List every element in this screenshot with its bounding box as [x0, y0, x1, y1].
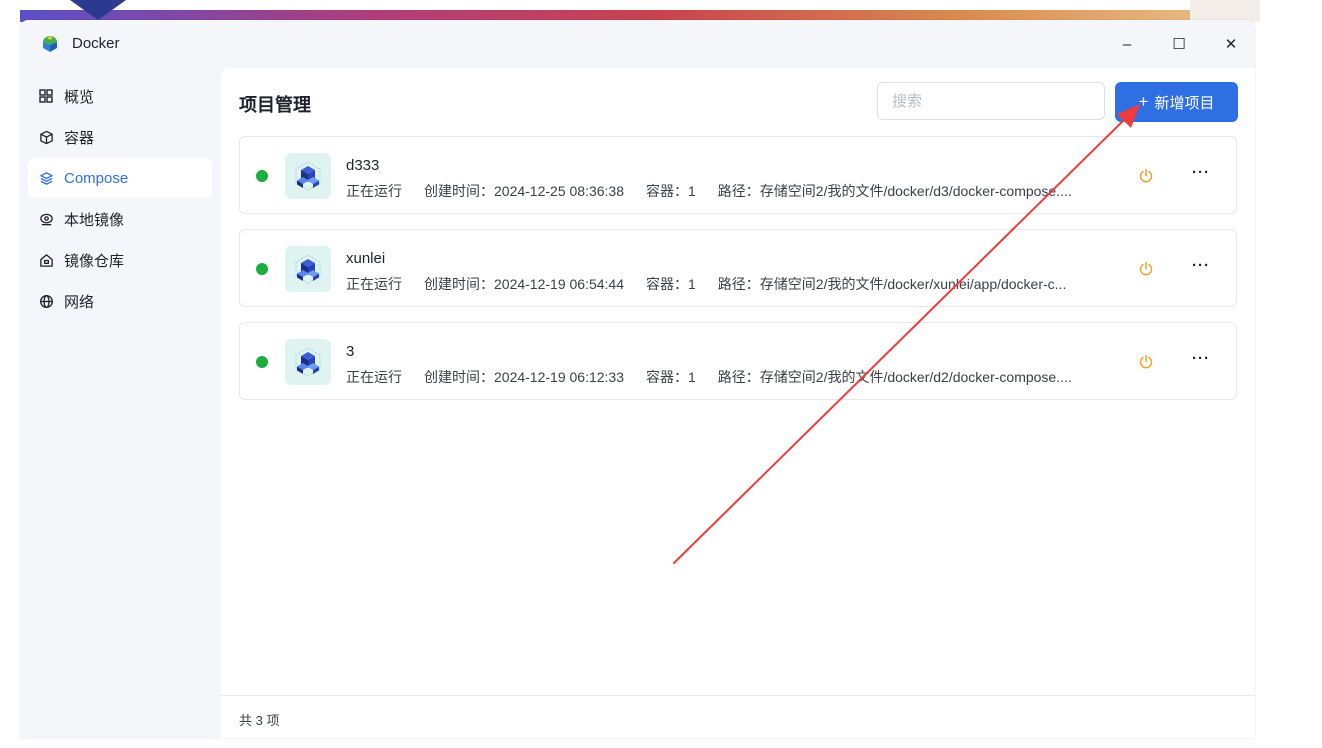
project-path: 路径：存储空间2/我的文件/docker/xunlei/app/docker-c… — [717, 276, 1067, 292]
list-footer: 共 3 项 — [221, 695, 1255, 738]
project-card[interactable]: d333 正在运行 创建时间：2024-12-25 08:36:38 容器：1 … — [239, 136, 1237, 214]
minimize-icon: – — [1122, 35, 1132, 53]
more-options-button[interactable]: ··· — [1190, 257, 1212, 277]
project-meta: 正在运行 创建时间：2024-12-25 08:36:38 容器：1 路径：存储… — [346, 181, 1094, 201]
eye-disc-icon — [38, 211, 54, 227]
running-status-dot — [256, 356, 268, 368]
sidebar-item-compose[interactable]: Compose — [28, 158, 212, 198]
globe-icon — [38, 293, 54, 309]
page-title: 项目管理 — [239, 95, 311, 115]
project-path: 路径：存储空间2/我的文件/docker/d3/docker-compose..… — [717, 183, 1072, 199]
project-path: 路径：存储空间2/我的文件/docker/d2/docker-compose..… — [717, 369, 1072, 385]
add-project-label: 新增项目 — [1154, 94, 1215, 112]
project-container-count: 容器：1 — [646, 276, 696, 292]
compose-project-icon — [285, 339, 331, 385]
sidebar-item-label: 容器 — [64, 129, 95, 147]
project-meta: 正在运行 创建时间：2024-12-19 06:54:44 容器：1 路径：存储… — [346, 274, 1088, 294]
add-project-button[interactable]: + 新增项目 — [1115, 82, 1238, 122]
project-created-time: 创建时间：2024-12-19 06:54:44 — [424, 276, 624, 292]
sidebar-item-image-registry[interactable]: 镜像仓库 — [28, 240, 212, 280]
docker-app-window: Docker – ☐ ✕ 概览 容器 Compose 本地镜像 镜像仓库 网络 … — [20, 20, 1255, 738]
more-icon: ··· — [1192, 164, 1210, 181]
project-status: 正在运行 — [346, 276, 402, 292]
sidebar-item-label: 概览 — [64, 88, 95, 106]
compose-project-icon — [285, 153, 331, 199]
window-title: Docker — [72, 35, 120, 52]
cube-icon — [38, 129, 54, 145]
sidebar-item-containers[interactable]: 容器 — [28, 117, 212, 157]
search-input[interactable] — [877, 82, 1105, 120]
sidebar: 概览 容器 Compose 本地镜像 镜像仓库 网络 — [28, 76, 212, 322]
power-icon — [1139, 261, 1153, 276]
title-bar[interactable]: Docker – ☐ ✕ — [20, 20, 1255, 68]
grid-icon — [38, 88, 54, 104]
sidebar-item-label: 本地镜像 — [64, 211, 125, 229]
more-icon: ··· — [1192, 350, 1210, 367]
running-status-dot — [256, 263, 268, 275]
sidebar-item-overview[interactable]: 概览 — [28, 76, 212, 116]
minimize-button[interactable]: – — [1113, 32, 1141, 56]
running-status-dot — [256, 170, 268, 182]
project-container-count: 容器：1 — [646, 183, 696, 199]
project-created-time: 创建时间：2024-12-25 08:36:38 — [424, 183, 624, 199]
desktop-wallpaper-corner — [70, 0, 126, 20]
project-status: 正在运行 — [346, 369, 402, 385]
plus-icon: + — [1138, 92, 1149, 111]
project-name: 3 — [346, 343, 355, 360]
close-button[interactable]: ✕ — [1217, 32, 1245, 56]
more-icon: ··· — [1192, 257, 1210, 274]
power-button[interactable] — [1136, 259, 1156, 279]
maximize-icon: ☐ — [1172, 36, 1186, 53]
project-meta: 正在运行 创建时间：2024-12-19 06:12:33 容器：1 路径：存储… — [346, 367, 1094, 387]
item-count: 共 3 项 — [239, 713, 280, 728]
project-card[interactable]: xunlei 正在运行 创建时间：2024-12-19 06:54:44 容器：… — [239, 229, 1237, 307]
project-name: d333 — [346, 157, 380, 174]
power-button[interactable] — [1136, 352, 1156, 372]
compose-project-icon — [285, 246, 331, 292]
main-panel: 项目管理 + 新增项目 d333 正在 — [221, 68, 1255, 738]
project-status: 正在运行 — [346, 183, 402, 199]
sidebar-item-label: 镜像仓库 — [64, 252, 125, 270]
project-container-count: 容器：1 — [646, 369, 696, 385]
docker-logo-icon — [43, 36, 57, 52]
more-options-button[interactable]: ··· — [1190, 164, 1212, 184]
layers-icon — [38, 170, 54, 186]
sidebar-item-network[interactable]: 网络 — [28, 281, 212, 321]
sidebar-item-local-images[interactable]: 本地镜像 — [28, 199, 212, 239]
project-created-time: 创建时间：2024-12-19 06:12:33 — [424, 369, 624, 385]
project-card[interactable]: 3 正在运行 创建时间：2024-12-19 06:12:33 容器：1 路径：… — [239, 322, 1237, 400]
close-icon: ✕ — [1224, 36, 1238, 53]
power-icon — [1139, 168, 1153, 183]
more-options-button[interactable]: ··· — [1190, 350, 1212, 370]
desktop-background-window — [1190, 0, 1260, 22]
sidebar-item-label: 网络 — [64, 293, 95, 311]
sidebar-item-label: Compose — [64, 169, 129, 187]
house-icon — [38, 252, 54, 268]
maximize-button[interactable]: ☐ — [1165, 32, 1193, 56]
power-icon — [1139, 354, 1153, 369]
project-name: xunlei — [346, 250, 386, 267]
power-button[interactable] — [1136, 166, 1156, 186]
